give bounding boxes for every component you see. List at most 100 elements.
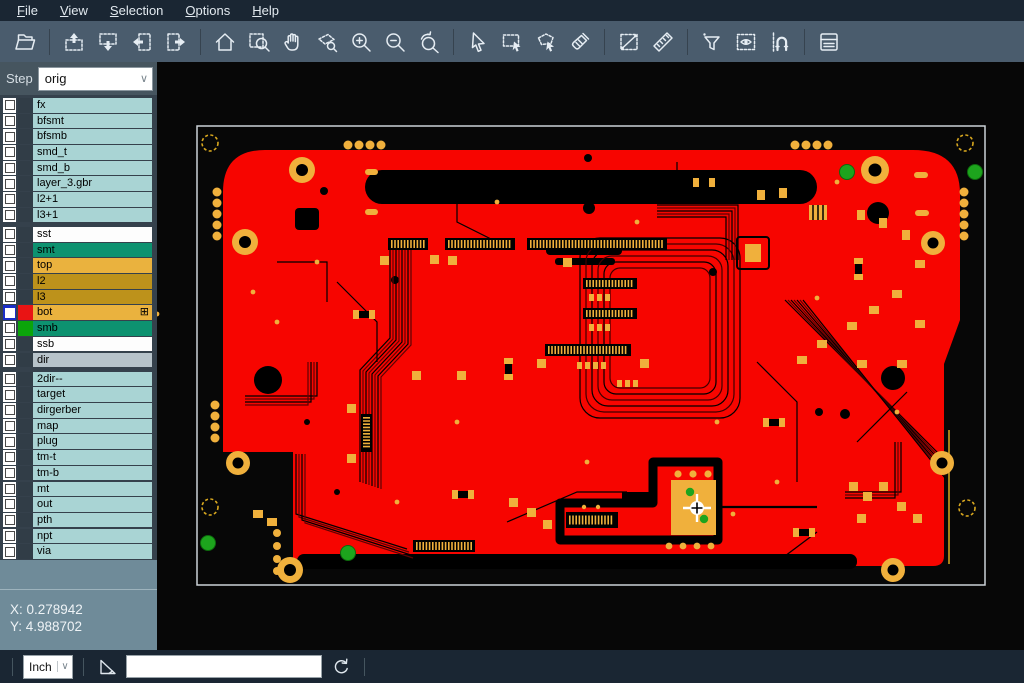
layer-checkbox[interactable] <box>3 513 16 528</box>
layer-label[interactable]: bfsmb <box>33 129 152 144</box>
layer-label[interactable]: tm-b <box>33 466 152 481</box>
layer-checkbox[interactable] <box>3 192 16 207</box>
layer-label[interactable]: smt <box>33 243 152 258</box>
layer-checkbox[interactable] <box>3 353 16 368</box>
layer-row-tm-b[interactable]: tm-b <box>0 466 157 481</box>
menu-file[interactable]: File <box>6 1 49 20</box>
layer-label[interactable]: target <box>33 387 152 402</box>
layer-row-smd_t[interactable]: smd_t <box>0 145 157 160</box>
layer-checkbox[interactable] <box>3 227 16 242</box>
layer-row-smb[interactable]: smb <box>0 321 157 336</box>
layer-row-l2[interactable]: l2 <box>0 274 157 289</box>
layer-row-top[interactable]: top <box>0 258 157 273</box>
layer-label[interactable]: npt <box>33 529 152 544</box>
pcb-canvas[interactable] <box>157 62 1024 650</box>
set-square-icon[interactable] <box>94 654 120 680</box>
layer-row-bfsmb[interactable]: bfsmb <box>0 129 157 144</box>
clear-brush-icon[interactable] <box>563 25 597 59</box>
layer-checkbox[interactable] <box>3 434 16 449</box>
menu-help[interactable]: Help <box>241 1 290 20</box>
layer-label[interactable]: l3+1 <box>33 208 152 223</box>
measure-ruler-icon[interactable] <box>646 25 680 59</box>
layer-row-fx[interactable]: fx <box>0 98 157 113</box>
layer-checkbox[interactable] <box>3 372 16 387</box>
layer-label[interactable]: ssb <box>33 337 152 352</box>
layer-label[interactable]: smd_b <box>33 161 152 176</box>
layer-checkbox[interactable] <box>3 161 16 176</box>
snap-magnet-icon[interactable] <box>763 25 797 59</box>
layer-label[interactable]: map <box>33 419 152 434</box>
layer-row-out[interactable]: out <box>0 497 157 512</box>
layer-checkbox[interactable] <box>3 243 16 258</box>
filter-funnel-icon[interactable] <box>695 25 729 59</box>
layer-row-bfsmt[interactable]: bfsmt <box>0 114 157 129</box>
layer-label[interactable]: bot⊞ <box>33 305 152 320</box>
layer-row-target[interactable]: target <box>0 387 157 402</box>
zoom-in-icon[interactable] <box>344 25 378 59</box>
menu-view[interactable]: View <box>49 1 99 20</box>
layer-checkbox[interactable] <box>3 529 16 544</box>
menu-options[interactable]: Options <box>174 1 241 20</box>
layer-row-npt[interactable]: npt <box>0 529 157 544</box>
layer-checkbox[interactable] <box>3 129 16 144</box>
layer-row-l2+1[interactable]: l2+1 <box>0 192 157 207</box>
shift-left-icon[interactable] <box>125 25 159 59</box>
select-rect-icon[interactable] <box>495 25 529 59</box>
layer-label[interactable]: fx <box>33 98 152 113</box>
layer-row-ssb[interactable]: ssb <box>0 337 157 352</box>
step-select[interactable]: orig ∨ <box>38 67 153 91</box>
layer-row-via[interactable]: via <box>0 544 157 559</box>
layer-row-map[interactable]: map <box>0 419 157 434</box>
layer-row-smd_b[interactable]: smd_b <box>0 161 157 176</box>
unit-select[interactable]: Inch ∨ <box>23 655 73 679</box>
menu-selection[interactable]: Selection <box>99 1 174 20</box>
report-panel-icon[interactable] <box>812 25 846 59</box>
layer-checkbox[interactable] <box>3 305 16 320</box>
layer-row-l3+1[interactable]: l3+1 <box>0 208 157 223</box>
layer-checkbox[interactable] <box>3 544 16 559</box>
layer-label[interactable]: top <box>33 258 152 273</box>
layer-label[interactable]: l3 <box>33 290 152 305</box>
layer-row-layer_3.gbr[interactable]: layer_3.gbr <box>0 176 157 191</box>
layer-row-dirgerber[interactable]: dirgerber <box>0 403 157 418</box>
layer-checkbox[interactable] <box>3 176 16 191</box>
layer-label[interactable]: via <box>33 544 152 559</box>
zoom-previous-icon[interactable] <box>412 25 446 59</box>
layer-checkbox[interactable] <box>3 466 16 481</box>
paste-down-icon[interactable] <box>91 25 125 59</box>
layer-label[interactable]: bfsmt <box>33 114 152 129</box>
layer-row-dir[interactable]: dir <box>0 353 157 368</box>
layer-label[interactable]: l2 <box>33 274 152 289</box>
refresh-icon[interactable] <box>328 654 354 680</box>
layer-checkbox[interactable] <box>3 482 16 497</box>
layer-row-smt[interactable]: smt <box>0 243 157 258</box>
highlight-view-icon[interactable] <box>729 25 763 59</box>
shift-right-icon[interactable] <box>159 25 193 59</box>
paste-up-icon[interactable] <box>57 25 91 59</box>
layer-row-sst[interactable]: sst <box>0 227 157 242</box>
layer-label[interactable]: dir <box>33 353 152 368</box>
layer-checkbox[interactable] <box>3 321 16 336</box>
measure-distance-icon[interactable] <box>612 25 646 59</box>
layer-label[interactable]: out <box>33 497 152 512</box>
layer-label[interactable]: sst <box>33 227 152 242</box>
home-view-icon[interactable] <box>208 25 242 59</box>
layer-checkbox[interactable] <box>3 290 16 305</box>
layer-row-l3[interactable]: l3 <box>0 290 157 305</box>
layer-checkbox[interactable] <box>3 98 16 113</box>
layer-row-bot[interactable]: bot⊞ <box>0 305 157 320</box>
pan-hand-icon[interactable] <box>276 25 310 59</box>
layer-label[interactable]: layer_3.gbr <box>33 176 152 191</box>
layer-checkbox[interactable] <box>3 497 16 512</box>
zoom-out-icon[interactable] <box>378 25 412 59</box>
select-polygon-icon[interactable] <box>529 25 563 59</box>
layer-checkbox[interactable] <box>3 274 16 289</box>
open-folder-icon[interactable] <box>8 25 42 59</box>
zoom-object-icon[interactable] <box>310 25 344 59</box>
layer-label[interactable]: smd_t <box>33 145 152 160</box>
command-input[interactable] <box>126 655 322 678</box>
layer-row-mt[interactable]: mt <box>0 482 157 497</box>
layer-checkbox[interactable] <box>3 145 16 160</box>
layer-label[interactable]: tm-t <box>33 450 152 465</box>
layer-checkbox[interactable] <box>3 450 16 465</box>
